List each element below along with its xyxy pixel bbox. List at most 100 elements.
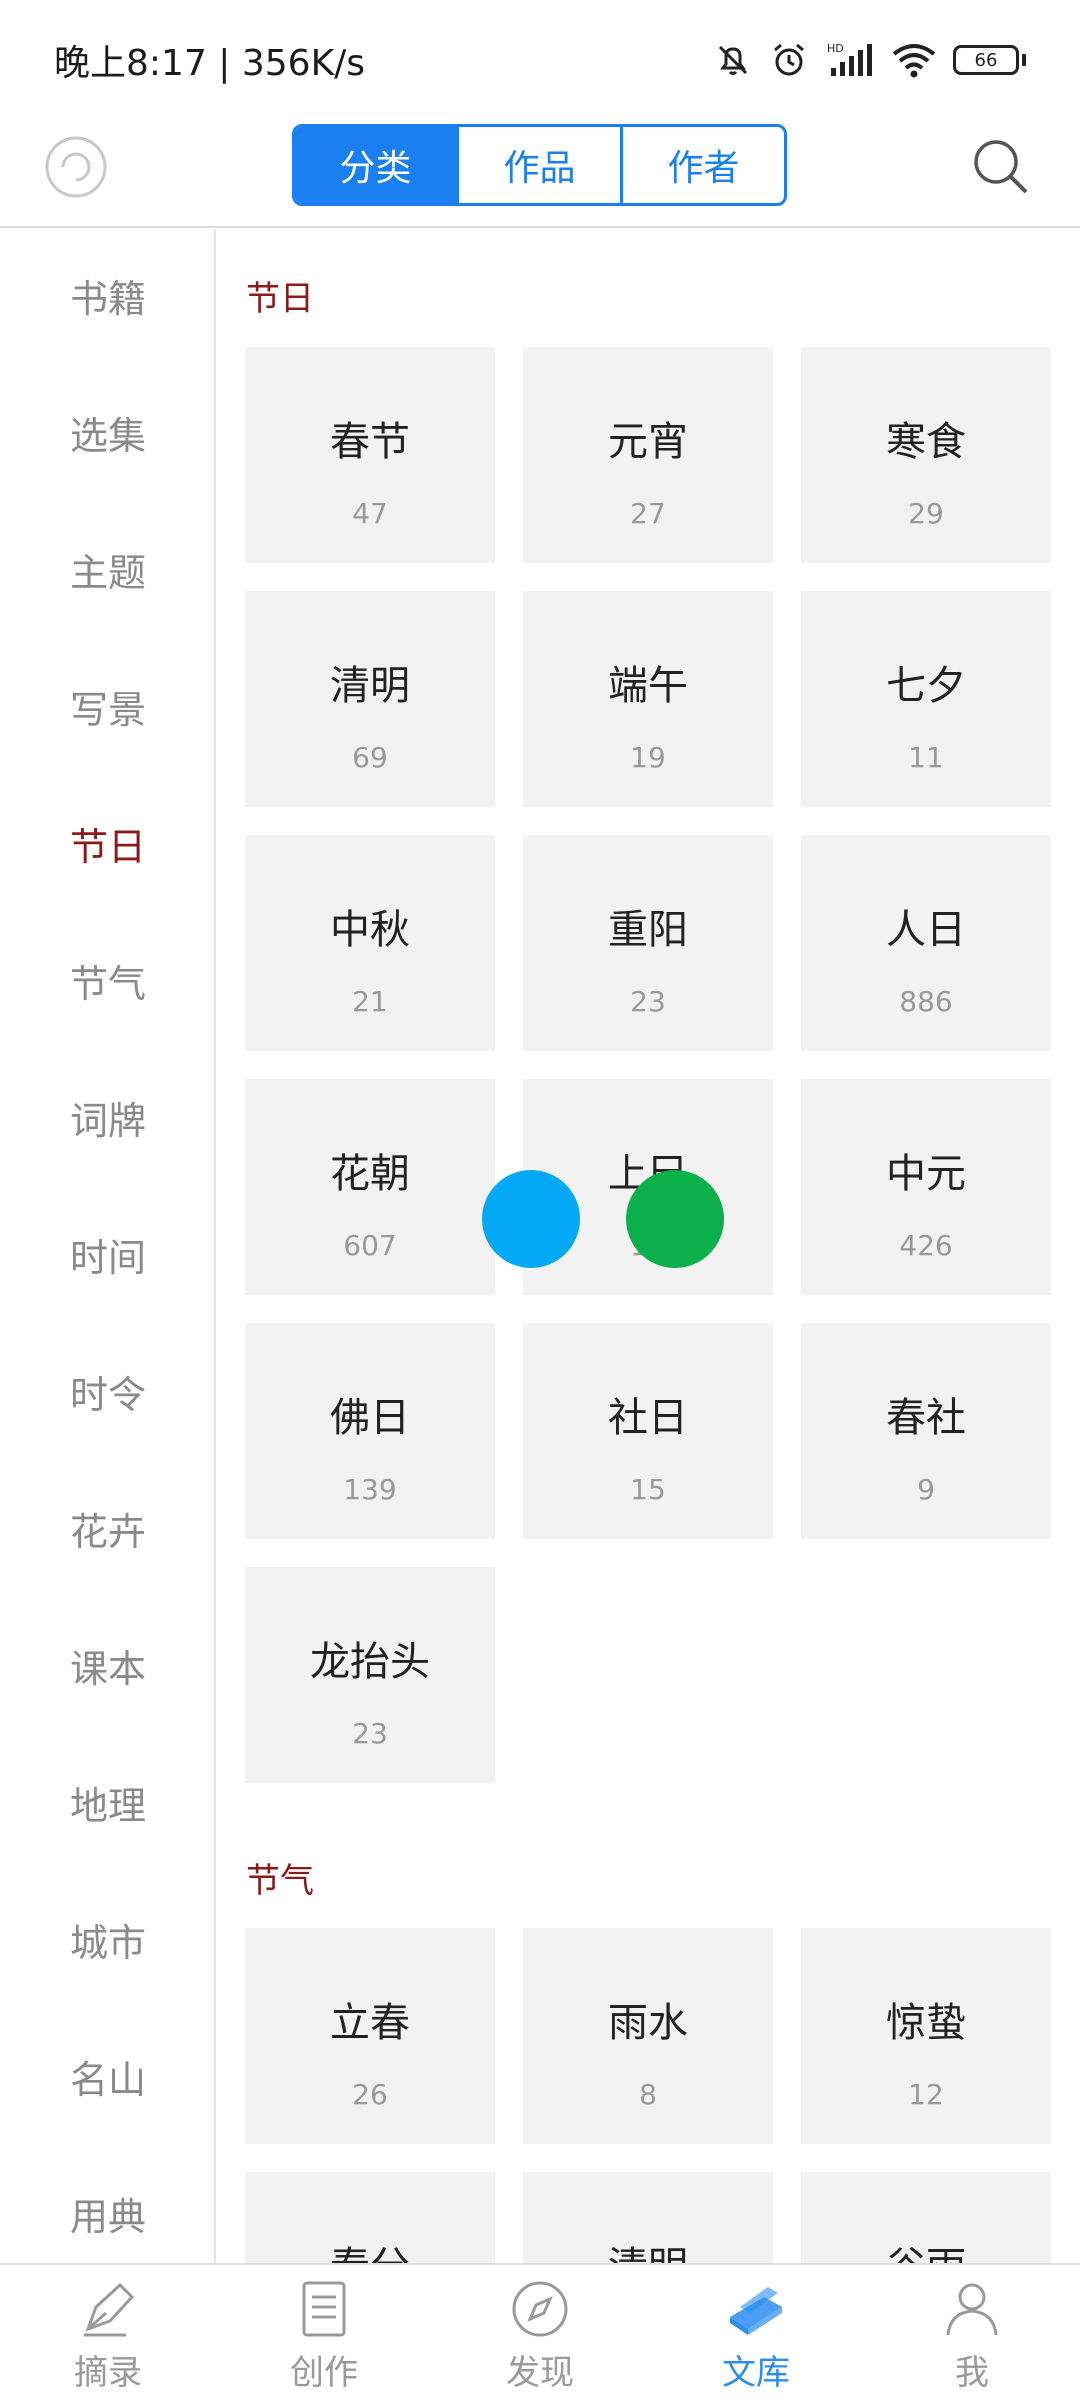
card-name: 中秋 [330,907,410,953]
card-name: 清明 [330,663,410,709]
card-name: 重阳 [608,907,688,953]
refresh-icon[interactable] [43,134,109,200]
sidebar-item-flowers[interactable]: 花卉 [0,1488,214,1568]
card-name: 雨水 [608,2000,688,2046]
bottom-nav-compose[interactable]: 创作 [216,2265,432,2400]
category-card[interactable]: 中秋 21 [245,835,495,1051]
sidebar-item-season[interactable]: 时令 [0,1351,214,1431]
card-name: 佛日 [330,1395,410,1441]
signal-icon: HD [827,42,872,76]
section-title-solar-term: 节气 [246,1861,314,1901]
category-card[interactable]: 春节 47 [245,347,495,563]
category-card[interactable]: 清明 69 [245,591,495,807]
card-count: 27 [630,497,666,530]
wifi-icon [892,44,936,78]
category-card[interactable]: 清明 [523,2172,773,2263]
battery-level: 66 [974,49,998,71]
bottom-nav-discover[interactable]: 发现 [432,2265,648,2400]
card-count: 23 [352,1717,388,1750]
category-card[interactable]: 元宵 27 [523,347,773,563]
category-card[interactable]: 七夕 11 [801,591,1051,807]
card-count: 11 [908,741,944,774]
category-card[interactable]: 重阳 23 [523,835,773,1051]
person-icon [946,2283,998,2336]
touch-indicator [482,1170,580,1268]
card-name: 中元 [886,1151,966,1197]
compass-icon [512,2281,568,2337]
status-time-speed: 晚上8:17 | 356K/s [54,43,366,84]
card-name: 春分 [245,2234,495,2263]
battery-icon: 66 [953,45,1026,75]
card-count: 21 [352,985,388,1018]
category-card[interactable]: 人日 886 [801,835,1051,1051]
category-card[interactable]: 花朝 607 [245,1079,495,1295]
card-name: 花朝 [330,1151,410,1197]
books-icon [730,2287,782,2335]
card-count: 23 [630,985,666,1018]
category-card[interactable]: 立春 26 [245,1928,495,2144]
card-name: 春节 [330,419,410,465]
top-nav: 分类 作品 作者 [0,120,1080,228]
tab-category[interactable]: 分类 [295,127,459,203]
sidebar-item-time[interactable]: 时间 [0,1214,214,1294]
tab-works[interactable]: 作品 [459,127,623,203]
search-icon[interactable] [968,134,1034,200]
sidebar-item-mountain[interactable]: 名山 [0,2036,214,2116]
card-count: 15 [630,1473,666,1506]
card-count: 12 [908,2078,944,2111]
bottom-nav-label: 文库 [722,2353,790,2393]
category-card[interactable]: 谷雨 [801,2172,1051,2263]
bottom-nav-label: 摘录 [74,2353,142,2393]
category-card[interactable]: 佛日 139 [245,1323,495,1539]
category-card[interactable]: 春社 9 [801,1323,1051,1539]
sidebar-item-books[interactable]: 书籍 [0,255,214,335]
category-card[interactable]: 社日 15 [523,1323,773,1539]
card-name: 谷雨 [801,2234,1051,2263]
status-icons: HD 66 [713,40,1026,80]
sidebar-item-anthology[interactable]: 选集 [0,392,214,472]
card-name: 人日 [886,907,966,953]
bottom-nav-label: 发现 [506,2353,574,2393]
category-card[interactable]: 春分 [245,2172,495,2263]
tab-authors[interactable]: 作者 [623,127,784,203]
category-card[interactable]: 雨水 8 [523,1928,773,2144]
alarm-icon [774,43,804,76]
card-name: 龙抬头 [310,1639,430,1685]
card-count: 8 [639,2078,657,2111]
bottom-nav-label: 我 [955,2353,989,2393]
card-name: 七夕 [886,663,966,709]
sidebar-item-allusion[interactable]: 用典 [0,2173,214,2253]
section-title-festival: 节日 [246,279,314,319]
bottom-nav: 摘录 创作 发现 文库 我 [0,2263,1080,2400]
category-card[interactable]: 端午 19 [523,591,773,807]
category-card[interactable]: 中元 426 [801,1079,1051,1295]
card-name: 寒食 [886,419,966,465]
sidebar-item-festival[interactable]: 节日 [0,803,214,883]
sidebar-item-scenery[interactable]: 写景 [0,666,214,746]
category-card[interactable]: 惊蛰 12 [801,1928,1051,2144]
card-count: 29 [908,497,944,530]
sidebar-item-solar-term[interactable]: 节气 [0,940,214,1020]
bottom-nav-excerpt[interactable]: 摘录 [0,2265,216,2400]
card-count: 26 [352,2078,388,2111]
card-count: 886 [899,985,953,1018]
card-name: 惊蛰 [886,2000,966,2046]
document-icon [302,2281,346,2337]
category-card[interactable]: 寒食 29 [801,347,1051,563]
sidebar-item-city[interactable]: 城市 [0,1899,214,1979]
touch-indicator [626,1170,724,1268]
category-card[interactable]: 龙抬头 23 [245,1567,495,1783]
category-sidebar: 书籍 选集 主题 写景 节日 节气 词牌 时间 时令 花卉 课本 地理 城市 名… [0,229,216,2263]
card-name: 立春 [330,2000,410,2046]
sidebar-item-geography[interactable]: 地理 [0,1762,214,1842]
card-count: 47 [352,497,388,530]
status-bar: 晚上8:17 | 356K/s HD 66 [0,0,1080,120]
sidebar-item-textbook[interactable]: 课本 [0,1625,214,1705]
sidebar-item-theme[interactable]: 主题 [0,529,214,609]
bottom-nav-me[interactable]: 我 [864,2265,1080,2400]
card-count: 19 [630,741,666,774]
bottom-nav-library[interactable]: 文库 [648,2265,864,2400]
svg-text:HD: HD [827,42,844,55]
sidebar-item-ci-pai[interactable]: 词牌 [0,1077,214,1157]
segmented-tabs: 分类 作品 作者 [292,124,787,206]
